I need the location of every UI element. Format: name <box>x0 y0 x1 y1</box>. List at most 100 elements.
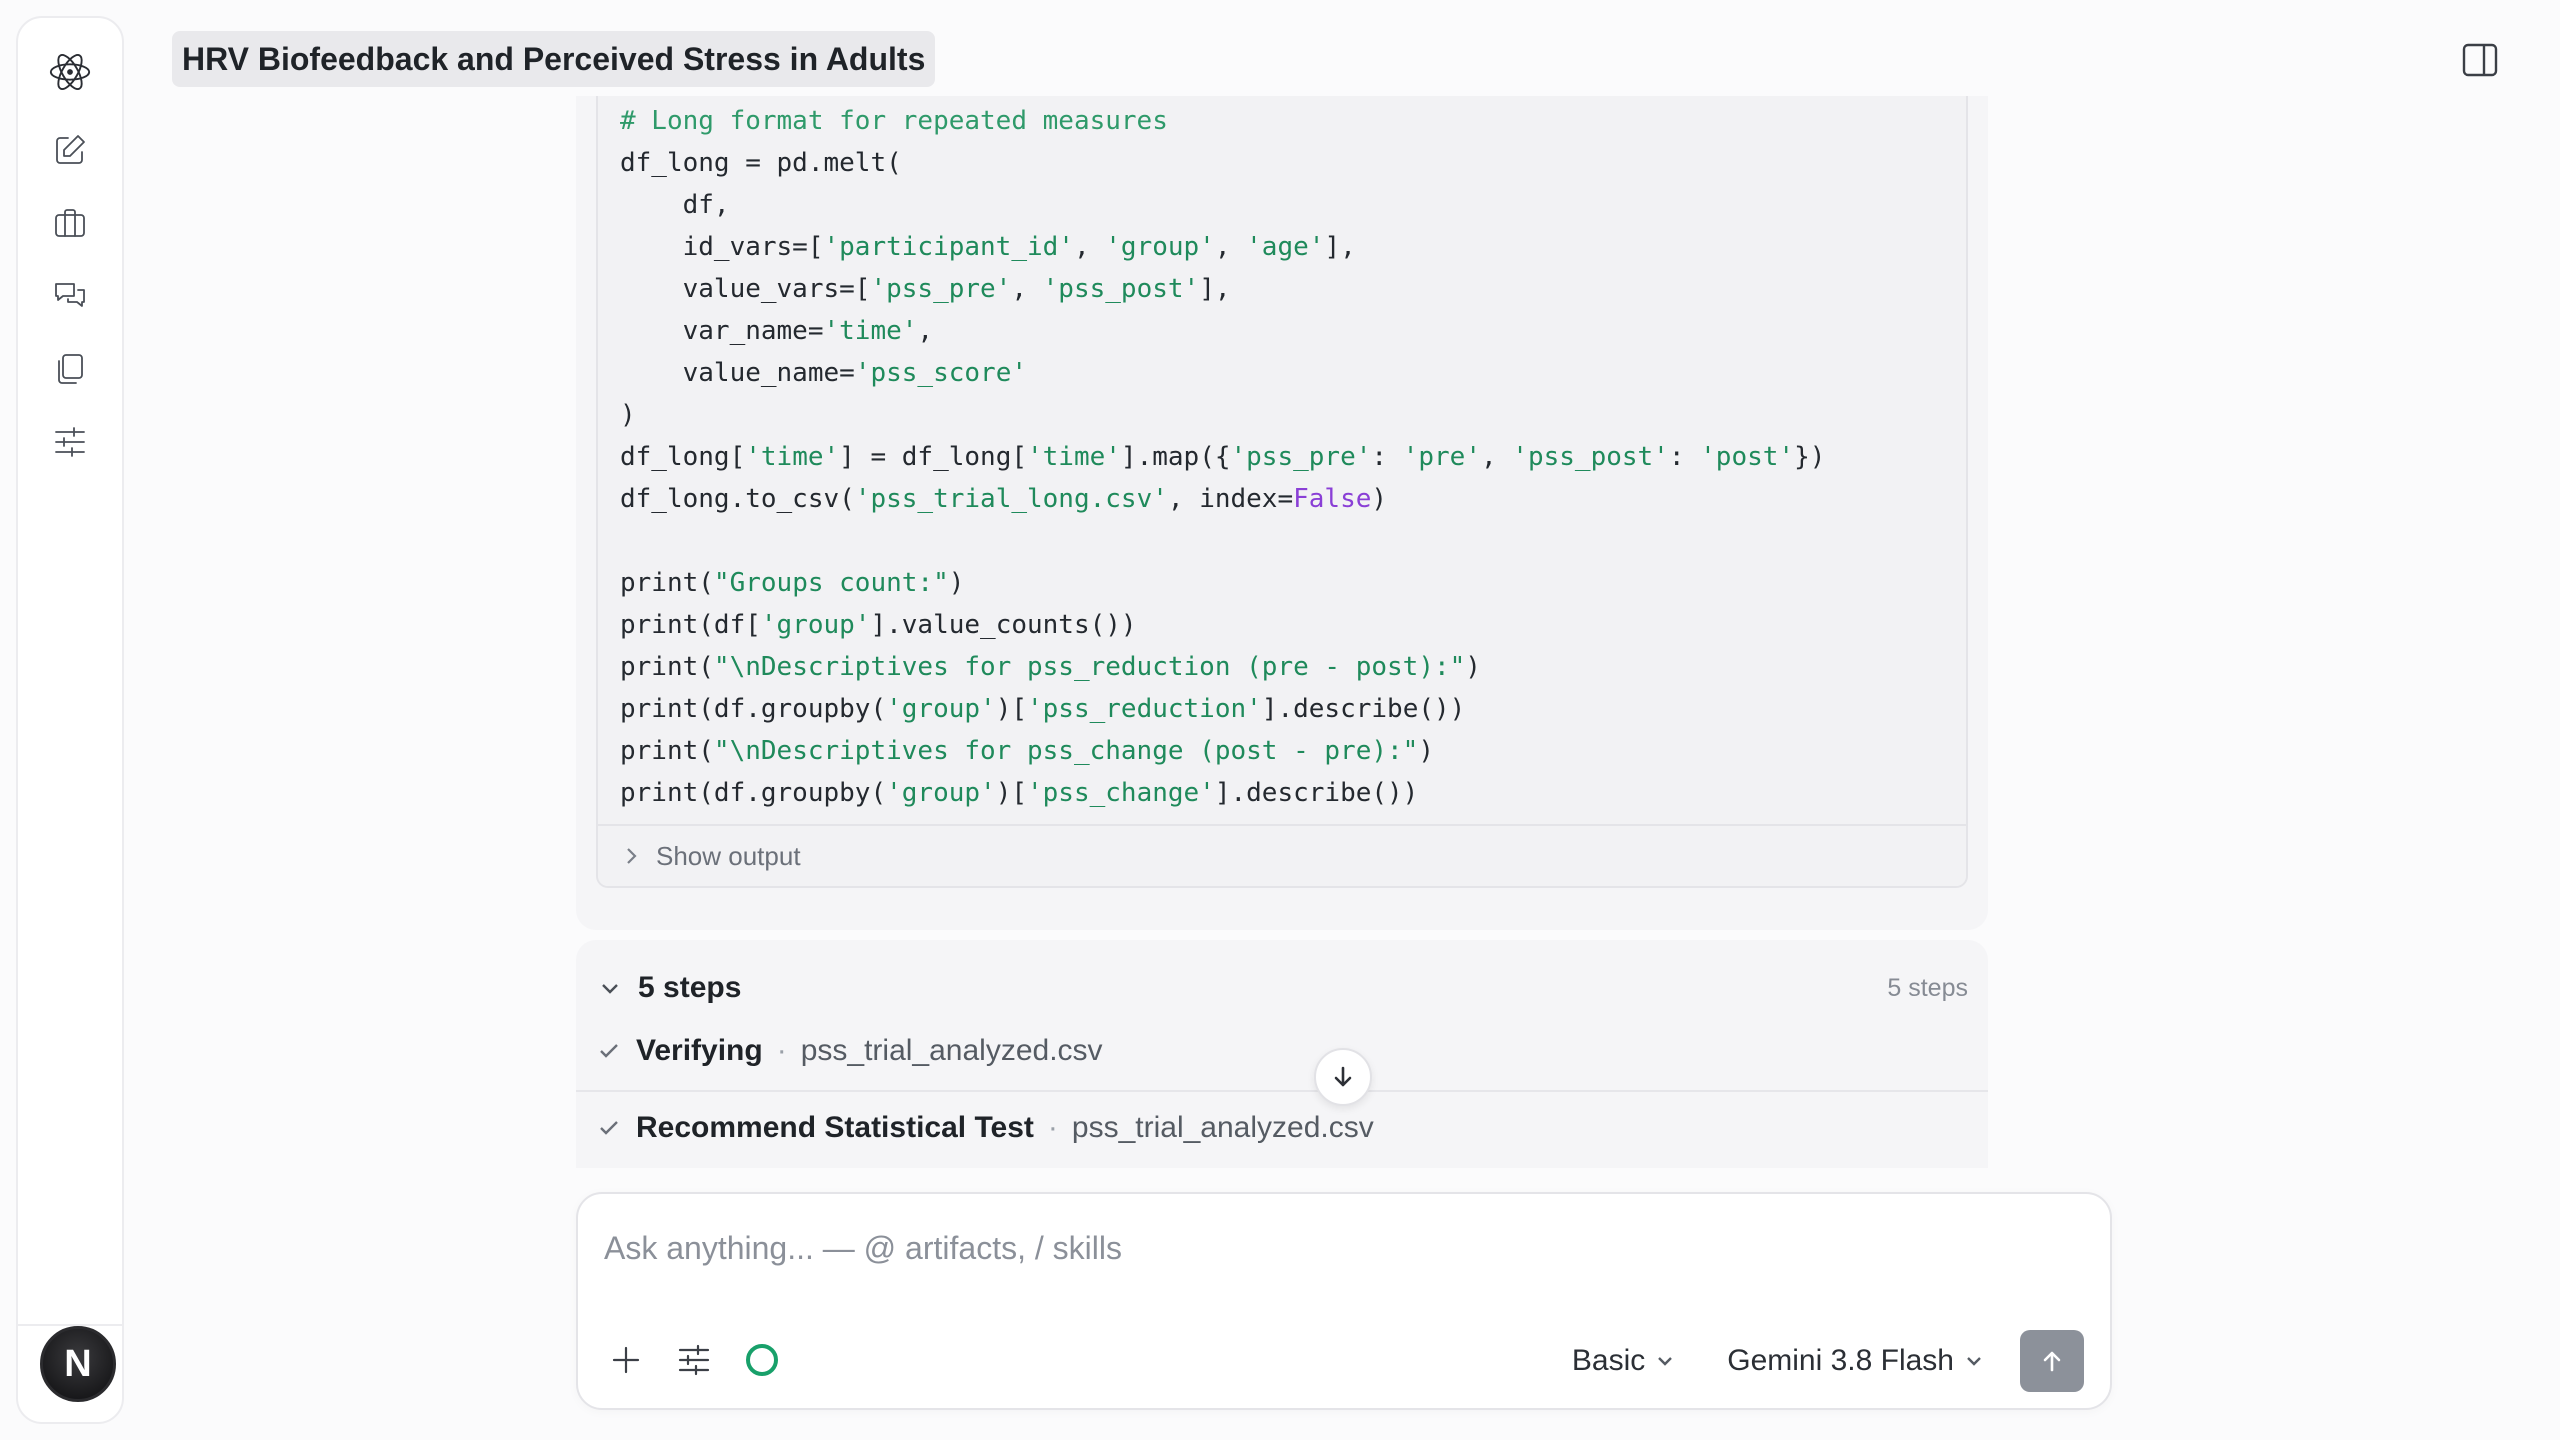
code-line: value_vars=['pss_pre', 'pss_post'], <box>620 268 1950 310</box>
code-token: : <box>1371 442 1403 472</box>
code-token: ) <box>948 568 965 598</box>
code-line: print("\nDescriptives for pss_reduction … <box>620 646 1950 688</box>
page-title[interactable]: HRV Biofeedback and Perceived Stress in … <box>172 31 936 87</box>
code-token: 'group' <box>760 610 871 640</box>
code-line: # Long format for repeated measures <box>620 100 1950 142</box>
composer-controls: Basic Gemini 3.8 Flash <box>1572 1330 2084 1392</box>
code-token: )[ <box>995 694 1027 724</box>
step-separator: · <box>776 1034 787 1067</box>
code-token: , <box>1214 232 1247 262</box>
code-token: ].value_counts()) <box>870 610 1137 640</box>
avatar[interactable]: N <box>40 1326 116 1402</box>
code-line: df_long.to_csv('pss_trial_long.csv', ind… <box>620 478 1950 520</box>
sidebar-item-settings[interactable] <box>42 414 98 470</box>
send-button[interactable] <box>2020 1330 2084 1392</box>
code-line: var_name='time', <box>620 310 1950 352</box>
status-indicator[interactable] <box>742 1340 782 1380</box>
code-token: ) <box>1465 652 1481 682</box>
code-token: ].describe()) <box>1261 694 1466 724</box>
sidebar-nav <box>42 122 98 470</box>
code-line: df_long = pd.melt( <box>620 142 1950 184</box>
code-token: "Groups count:" <box>713 568 949 598</box>
mode-select[interactable]: Basic <box>1572 1344 1675 1378</box>
code-line: ) <box>620 394 1950 436</box>
chat-bubbles-icon <box>55 283 85 307</box>
code-token: df, <box>620 190 730 220</box>
sidebar-panel-icon <box>2462 43 2498 77</box>
check-icon <box>600 1121 618 1135</box>
chat-input[interactable] <box>604 1220 2084 1276</box>
code-token: ], <box>1324 232 1356 262</box>
code-token: df_long[ <box>620 442 746 472</box>
code-token: 'post' <box>1700 442 1795 472</box>
code-token: 'pss_change' <box>1027 778 1215 808</box>
model-select[interactable]: Gemini 3.8 Flash <box>1727 1344 1984 1378</box>
panel-toggle-button[interactable] <box>2460 40 2500 80</box>
code-token: ].describe()) <box>1214 778 1419 808</box>
show-output-label: Show output <box>656 840 801 871</box>
code-token: : <box>1668 442 1701 472</box>
code-token: "\nDescriptives for pss_change (post - p… <box>713 736 1419 766</box>
chevron-down-icon <box>1658 1357 1673 1366</box>
steps-header[interactable]: 5 steps 5 steps <box>598 960 1968 1016</box>
composer-tools <box>606 1332 782 1388</box>
plus-icon <box>612 1346 640 1374</box>
sidebar-item-artifacts[interactable] <box>42 341 98 397</box>
code-token: 'pss_score' <box>854 358 1027 388</box>
composer: Basic Gemini 3.8 Flash <box>576 1192 2112 1410</box>
code-token: df_long.to_csv( <box>620 484 855 514</box>
sidebar-item-chats[interactable] <box>42 268 98 324</box>
briefcase-icon <box>55 209 85 237</box>
code-token: df_long = pd.melt( <box>620 148 902 178</box>
arrow-down-icon <box>1334 1066 1352 1087</box>
code-block: # Long format for repeated measures df_lo… <box>596 96 1968 888</box>
code-token: print( <box>620 568 714 598</box>
code-line: df_long['time'] = df_long['time'].map({'… <box>620 436 1950 478</box>
chevron-right-icon <box>627 848 637 864</box>
code-token: ) <box>1418 736 1434 766</box>
copy-icon <box>58 354 83 384</box>
conversation-title: HRV Biofeedback and Perceived Stress in … <box>182 40 926 77</box>
code-token: ] = df_long[ <box>839 442 1027 472</box>
code-token: 'pss_trial_long.csv' <box>854 484 1168 514</box>
code-token: 'group' <box>886 694 996 724</box>
code-token: 'pss_reduction' <box>1027 694 1262 724</box>
code-line: print(df.groupby('group')['pss_reduction… <box>620 688 1950 730</box>
code-token: 'pre' <box>1402 442 1481 472</box>
sidebar-item-projects[interactable] <box>42 195 98 251</box>
code-line: print(df.groupby('group')['pss_change'].… <box>620 772 1950 814</box>
code-token: value_vars=[ <box>620 274 871 304</box>
step-item[interactable]: Verifying · pss_trial_analyzed.csv <box>576 1014 1988 1088</box>
code-line: value_name='pss_score' <box>620 352 1950 394</box>
status-ring-icon <box>746 1344 778 1376</box>
sidebar-item-new-chat[interactable] <box>42 122 98 178</box>
code-token: 'participant_id' <box>823 232 1074 262</box>
code-token: , <box>917 316 934 346</box>
code-token: print(df.groupby( <box>620 694 887 724</box>
attach-button[interactable] <box>606 1340 646 1380</box>
code-token: print( <box>620 652 714 682</box>
code-lines: # Long format for repeated measures df_lo… <box>620 100 1950 814</box>
avatar-initial: N <box>64 1342 92 1385</box>
atom-icon[interactable] <box>42 44 98 100</box>
show-output-toggle[interactable]: Show output <box>598 824 1966 886</box>
code-token: 'time' <box>745 442 840 472</box>
step-file: pss_trial_analyzed.csv <box>1071 1111 1374 1144</box>
code-token: , <box>1011 274 1043 304</box>
step-name: Verifying <box>636 1034 763 1067</box>
code-token: id_vars=[ <box>620 232 824 262</box>
scroll-to-bottom-button[interactable] <box>1314 1048 1372 1106</box>
code-token: "\nDescriptives for pss_reduction (pre -… <box>713 652 1466 682</box>
tools-button[interactable] <box>674 1340 714 1380</box>
steps-count: 5 steps <box>1887 973 1968 1002</box>
step-item[interactable]: Recommend Statistical Test · pss_trial_a… <box>576 1090 1988 1164</box>
sliders-icon <box>678 1344 710 1376</box>
code-token: , <box>1480 442 1513 472</box>
code-line: print("\nDescriptives for pss_change (po… <box>620 730 1950 772</box>
code-token: print(df[ <box>620 610 761 640</box>
code-token: , <box>1073 232 1106 262</box>
code-token: 'group' <box>886 778 996 808</box>
code-token: 'time' <box>823 316 918 346</box>
code-token: }) <box>1794 442 1826 472</box>
code-line: print("Groups count:") <box>620 562 1950 604</box>
